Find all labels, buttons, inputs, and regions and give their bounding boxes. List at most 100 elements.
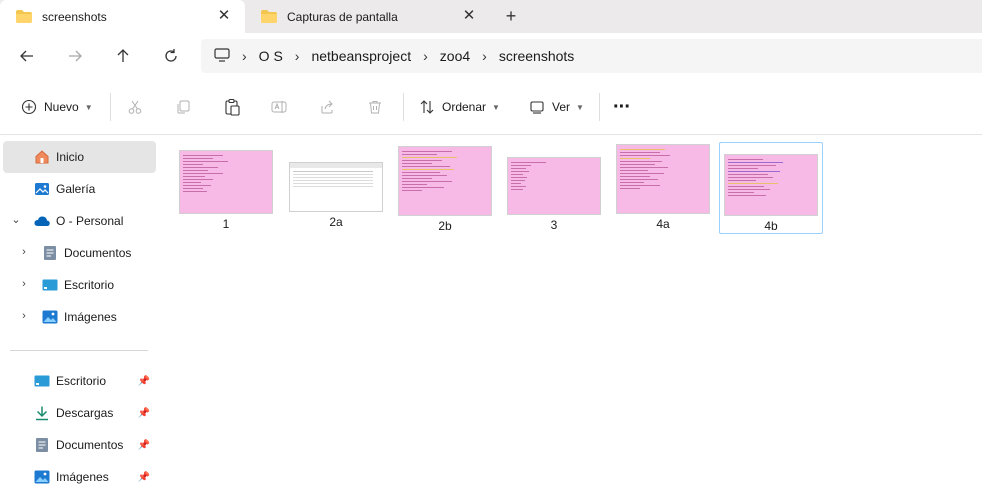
- sidebar-item-escritorio[interactable]: Escritorio: [3, 269, 156, 301]
- sidebar-divider: [10, 350, 148, 351]
- view-label: Ver: [552, 100, 571, 114]
- sidebar-item-label: Escritorio: [56, 374, 107, 388]
- folder-icon: [16, 10, 32, 23]
- desktop-icon: [34, 373, 50, 389]
- chevron-down-icon: ▼: [492, 102, 500, 112]
- file-name: 4b: [764, 219, 778, 233]
- delete-button[interactable]: [367, 95, 383, 119]
- tab-label: Capturas de pantalla: [287, 9, 398, 24]
- tab-capturas[interactable]: Capturas de pantalla ✕: [245, 0, 490, 33]
- sidebar-item-imagenes[interactable]: Imágenes: [3, 301, 156, 333]
- file-item[interactable]: 2a: [284, 142, 388, 234]
- pinned-item-imagenes[interactable]: Imágenes 📌: [3, 461, 156, 491]
- refresh-button[interactable]: [159, 44, 183, 68]
- arrow-left-icon: [20, 50, 33, 62]
- share-button[interactable]: [319, 95, 335, 119]
- tab-screenshots[interactable]: screenshots ✕: [0, 0, 245, 33]
- more-icon: ···: [613, 95, 631, 118]
- paste-button[interactable]: [223, 95, 241, 119]
- tab-bar: screenshots ✕ Capturas de pantalla ✕ +: [0, 0, 982, 33]
- sidebar-item-label: Imágenes: [64, 310, 117, 324]
- file-item[interactable]: 3: [502, 142, 606, 234]
- sidebar-item-label: O - Personal: [56, 214, 124, 228]
- navigation-bar: › O S › netbeansproject › zoo4 › screens…: [0, 33, 982, 80]
- desktop-icon: [42, 277, 58, 293]
- address-bar[interactable]: › O S › netbeansproject › zoo4 › screens…: [201, 39, 982, 73]
- up-button[interactable]: [111, 44, 135, 68]
- navigation-pane: Inicio Galería ⌄ O - Personal › Document…: [0, 136, 158, 491]
- pin-icon[interactable]: 📌: [138, 472, 150, 483]
- toolbar-divider: [110, 93, 111, 121]
- rename-icon: [271, 101, 287, 113]
- chevron-right-icon[interactable]: ›: [482, 48, 487, 64]
- gallery-icon: [34, 181, 50, 197]
- rename-button[interactable]: [271, 95, 287, 119]
- pinned-item-descargas[interactable]: Descargas 📌: [3, 397, 156, 429]
- plus-circle-icon: [21, 99, 37, 115]
- tab-label: screenshots: [42, 9, 107, 24]
- pin-icon[interactable]: 📌: [138, 440, 150, 451]
- file-name: 2a: [329, 215, 343, 229]
- paste-icon: [225, 98, 240, 116]
- file-item[interactable]: 4a: [611, 142, 715, 234]
- close-icon[interactable]: ✕: [462, 8, 476, 24]
- file-name: 4a: [656, 217, 670, 231]
- sidebar-item-label: Inicio: [56, 150, 85, 164]
- chevron-right-icon[interactable]: ›: [423, 48, 428, 64]
- folder-icon: [261, 10, 277, 23]
- close-icon[interactable]: ✕: [217, 8, 231, 24]
- file-item[interactable]: 1: [174, 142, 278, 234]
- sort-label: Ordenar: [442, 100, 487, 114]
- file-thumbnail: [508, 158, 600, 214]
- trash-icon: [369, 101, 381, 114]
- file-thumbnail: [725, 155, 817, 215]
- sidebar-item-personal[interactable]: O - Personal: [3, 205, 156, 237]
- toolbar-divider: [599, 93, 600, 121]
- chevron-right-icon[interactable]: ›: [242, 48, 247, 64]
- breadcrumb-netbeansproject[interactable]: netbeansproject: [311, 48, 411, 64]
- back-button[interactable]: [15, 44, 39, 68]
- sidebar-item-inicio[interactable]: Inicio: [3, 141, 156, 173]
- command-bar: Nuevo ▼ Ordenar ▼ Ver ▼ ···: [0, 80, 982, 135]
- sidebar-item-label: Imágenes: [56, 470, 109, 484]
- sort-button[interactable]: Ordenar ▼: [419, 95, 500, 119]
- toolbar-divider: [403, 93, 404, 121]
- file-list: 1 2a 2b 3 4a 4b: [158, 136, 982, 491]
- cut-button[interactable]: [127, 95, 143, 119]
- documents-icon: [34, 437, 50, 453]
- arrow-right-icon: [69, 50, 82, 62]
- cloud-icon: [34, 213, 50, 229]
- more-options-button[interactable]: ···: [613, 95, 631, 119]
- breadcrumb-zoo4[interactable]: zoo4: [440, 48, 470, 64]
- forward-button[interactable]: [63, 44, 87, 68]
- home-icon: [34, 149, 50, 165]
- copy-button[interactable]: [175, 95, 191, 119]
- copy-icon: [177, 100, 190, 114]
- downloads-icon: [34, 405, 50, 421]
- new-label: Nuevo: [44, 100, 79, 114]
- sidebar-item-galeria[interactable]: Galería: [3, 173, 156, 205]
- new-button[interactable]: Nuevo ▼: [21, 95, 93, 119]
- file-name: 3: [550, 218, 558, 232]
- view-button[interactable]: Ver ▼: [529, 95, 584, 119]
- breadcrumb-screenshots[interactable]: screenshots: [499, 48, 574, 64]
- pin-icon[interactable]: 📌: [138, 376, 150, 387]
- file-thumbnail: [399, 147, 491, 215]
- sort-icon: [420, 100, 434, 114]
- sidebar-item-label: Galería: [56, 182, 96, 196]
- computer-icon: [214, 47, 230, 65]
- file-thumbnail: [290, 163, 382, 211]
- sidebar-item-label: Escritorio: [64, 278, 115, 292]
- pinned-item-escritorio[interactable]: Escritorio 📌: [3, 365, 156, 397]
- file-name: 1: [222, 217, 230, 231]
- file-item[interactable]: 2b: [393, 142, 497, 234]
- file-item[interactable]: 4b: [719, 142, 823, 234]
- new-tab-button[interactable]: +: [500, 5, 522, 27]
- sidebar-item-label: Descargas: [56, 406, 114, 420]
- chevron-right-icon[interactable]: ›: [295, 48, 300, 64]
- pinned-item-documentos[interactable]: Documentos 📌: [3, 429, 156, 461]
- sidebar-item-documentos[interactable]: Documentos: [3, 237, 156, 269]
- breadcrumb-os[interactable]: O S: [259, 48, 283, 64]
- file-thumbnail: [180, 151, 272, 213]
- pin-icon[interactable]: 📌: [138, 408, 150, 419]
